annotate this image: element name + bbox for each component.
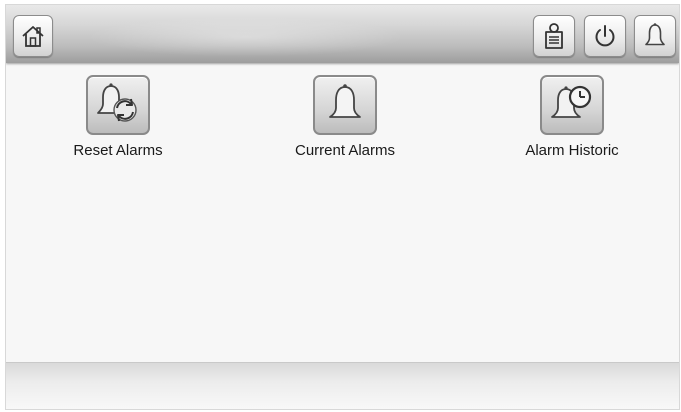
alarm-historic-label: Alarm Historic (525, 142, 619, 159)
alarm-button[interactable] (634, 15, 676, 57)
reset-alarms-item[interactable]: Reset Alarms (43, 75, 193, 159)
door-hanger-lock-icon (541, 21, 567, 51)
reset-alarms-label: Reset Alarms (73, 142, 163, 159)
bell-reset-icon (93, 80, 143, 131)
home-button[interactable] (13, 15, 53, 57)
current-alarms-label: Current Alarms (294, 142, 396, 159)
current-alarms-button[interactable] (313, 75, 377, 135)
home-icon (20, 23, 46, 49)
bottom-bar (6, 362, 679, 409)
alarm-historic-button[interactable] (540, 75, 604, 135)
reset-alarms-button[interactable] (86, 75, 150, 135)
bell-icon (643, 22, 667, 50)
bell-clock-icon (548, 81, 596, 130)
power-icon (592, 23, 618, 49)
alarm-menu-screen: Reset Alarms Current Alarms Alarm Histor… (5, 4, 680, 410)
alarm-historic-item[interactable]: Alarm Historic (497, 75, 647, 159)
power-button[interactable] (584, 15, 626, 57)
top-toolbar (6, 5, 679, 63)
login-button[interactable] (533, 15, 575, 57)
current-alarms-item[interactable]: Current Alarms (270, 75, 420, 159)
bell-icon (325, 81, 365, 130)
